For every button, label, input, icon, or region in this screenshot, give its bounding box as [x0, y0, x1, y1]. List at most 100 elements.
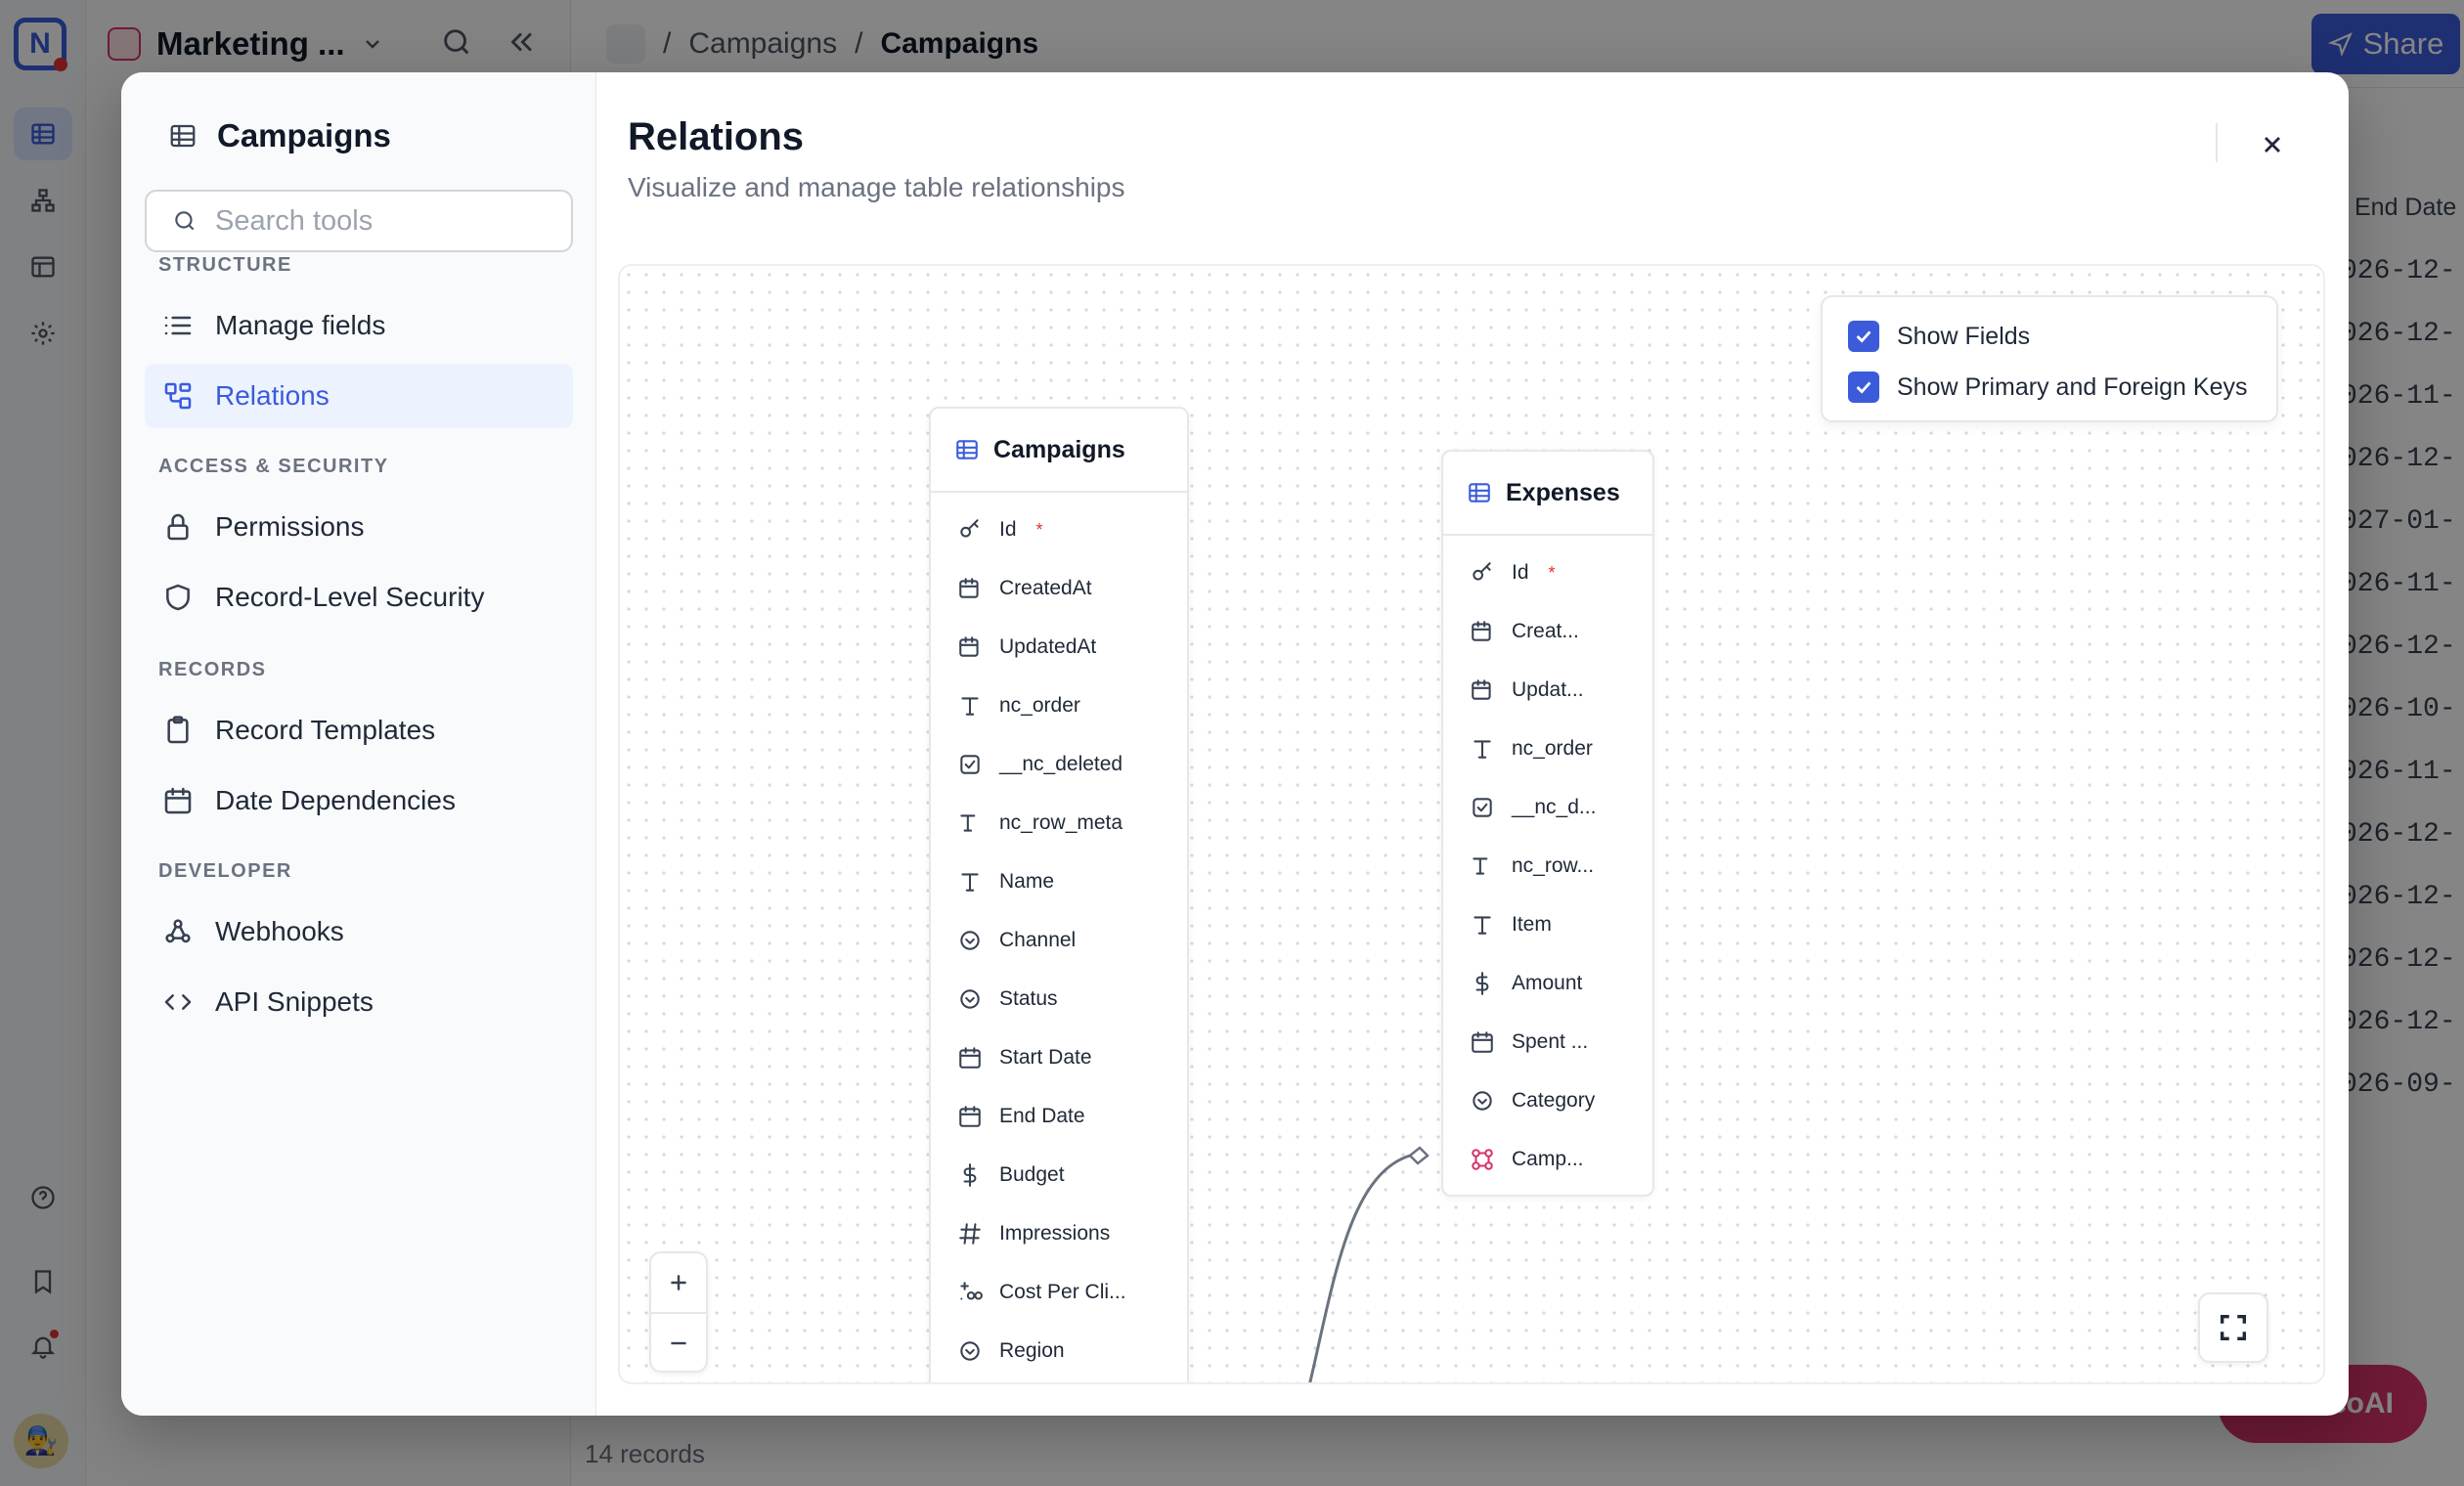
field-row[interactable]: nc_row... — [1443, 837, 1652, 896]
nav-item-date-dependencies[interactable]: Date Dependencies — [145, 768, 573, 833]
field-row[interactable]: Item — [1443, 896, 1652, 954]
close-button[interactable] — [2249, 121, 2296, 168]
field-type-select-icon — [960, 1341, 980, 1361]
field-row[interactable]: Region — [931, 1322, 1187, 1380]
field-type-date-icon — [1472, 1031, 1493, 1053]
fit-view-button[interactable] — [2198, 1292, 2268, 1363]
field-type-link-icon — [1472, 1149, 1493, 1170]
show-fields-option[interactable]: Show Fields — [1848, 319, 2030, 354]
field-row[interactable]: Start Date — [931, 1028, 1187, 1087]
minus-icon — [671, 1341, 686, 1345]
table-icon — [956, 440, 978, 459]
show-fields-checkbox[interactable] — [1848, 321, 1879, 352]
webhook-icon — [165, 919, 191, 943]
header-divider — [2216, 123, 2218, 162]
field-row[interactable]: Id * — [931, 501, 1187, 559]
nav-item-label: Date Dependencies — [215, 785, 456, 815]
field-row[interactable]: Creat... — [1443, 602, 1652, 661]
field-row[interactable]: __nc_deleted — [931, 735, 1187, 794]
relations-panel: Relations Visualize and manage table rel… — [596, 72, 2349, 1416]
display-options: Show Fields Show Primary and Foreign Key… — [1821, 295, 2278, 422]
table-tools-modal: Campaigns STRUCTURE Manage fields Relation… — [121, 72, 2349, 1416]
section-label: DEVELOPER — [158, 860, 292, 882]
clipboard-icon — [167, 716, 189, 744]
search-tools-field[interactable] — [145, 190, 573, 252]
field-name: Camp... — [1512, 1148, 1584, 1170]
nav-item-permissions[interactable]: Permissions — [145, 495, 573, 559]
field-row[interactable]: Channel — [931, 911, 1187, 970]
field-row[interactable]: UpdatedAt — [931, 618, 1187, 677]
show-keys-checkbox[interactable] — [1848, 372, 1879, 403]
table-node-campaigns[interactable]: Campaigns Id * CreatedAt UpdatedAt nc_order __… — [929, 407, 1189, 1382]
field-type-key-icon — [1473, 562, 1491, 581]
table-icon — [1469, 483, 1490, 503]
check-icon — [1856, 330, 1871, 343]
table-node-title: Expenses — [1506, 478, 1620, 506]
field-row[interactable]: End Date — [931, 1087, 1187, 1146]
field-name: Updat... — [1512, 678, 1584, 701]
field-name: UpdatedAt — [999, 635, 1097, 658]
field-name: Status — [999, 987, 1058, 1010]
field-row[interactable]: nc_order — [931, 677, 1187, 735]
field-row[interactable]: Impressions — [931, 1204, 1187, 1263]
nav-item-record-level-security[interactable]: Record-Level Security — [145, 565, 573, 630]
field-row[interactable]: Id * — [1443, 544, 1652, 602]
field-row[interactable]: __nc_d... — [1443, 778, 1652, 837]
shield-icon — [166, 584, 190, 611]
field-name: Item — [1512, 913, 1552, 936]
nav-item-label: Manage fields — [215, 310, 386, 340]
nav-item-api-snippets[interactable]: API Snippets — [145, 970, 573, 1034]
modal-sidebar-title: Campaigns — [168, 117, 391, 154]
field-name: Category — [1512, 1089, 1596, 1112]
nav-item-label: Webhooks — [215, 916, 344, 946]
field-row[interactable]: nc_row_meta — [931, 794, 1187, 852]
search-tools-input[interactable] — [215, 204, 548, 238]
field-row[interactable]: Amount — [1443, 954, 1652, 1013]
field-name: End Date — [999, 1105, 1085, 1127]
field-type-datetime-sys-icon — [959, 578, 979, 598]
table-node-expenses[interactable]: Expenses Id * Creat... Updat... nc_order __nc_… — [1441, 450, 1654, 1197]
fullscreen-icon — [2220, 1314, 2247, 1341]
field-row[interactable]: Status — [931, 970, 1187, 1028]
field-row[interactable]: Cost Per Cli... — [931, 1263, 1187, 1322]
relations-canvas[interactable]: Campaigns Id * CreatedAt UpdatedAt nc_order __… — [618, 264, 2325, 1384]
field-name: Id — [1512, 561, 1529, 584]
nav-item-relations[interactable]: Relations — [145, 364, 573, 428]
field-name: CreatedAt — [999, 577, 1092, 599]
field-row[interactable]: nc_order — [1443, 720, 1652, 778]
table-icon — [170, 124, 196, 148]
field-row[interactable]: Updat... — [1443, 661, 1652, 720]
show-keys-option[interactable]: Show Primary and Foreign Keys — [1848, 370, 2247, 405]
field-name: Name — [999, 870, 1055, 893]
nav-item-record-templates[interactable]: Record Templates — [145, 698, 573, 763]
field-name: Budget — [999, 1163, 1065, 1186]
field-type-checkbox-icon — [960, 755, 980, 774]
field-type-currency-icon — [1475, 972, 1489, 995]
field-name: nc_row... — [1512, 854, 1595, 877]
relations-icon — [164, 382, 192, 410]
list-icon — [164, 316, 192, 335]
field-row[interactable]: Category — [1443, 1071, 1652, 1130]
modal-sidebar: Campaigns STRUCTURE Manage fields Relation… — [121, 72, 596, 1416]
field-row[interactable]: Name — [931, 852, 1187, 911]
field-name: Start Date — [999, 1046, 1092, 1069]
field-type-currency-icon — [963, 1163, 977, 1187]
field-row[interactable]: CreatedAt — [931, 559, 1187, 618]
field-name: Amount — [1512, 972, 1583, 994]
field-row[interactable]: Camp... — [1443, 1130, 1652, 1189]
field-name: Id — [999, 518, 1017, 541]
field-type-text-sys-icon — [1473, 857, 1488, 875]
nav-item-manage-fields[interactable]: Manage fields — [145, 293, 573, 358]
field-type-text-icon — [1474, 916, 1491, 935]
zoom-out-button[interactable] — [651, 1314, 706, 1373]
nav-item-label: Relations — [215, 380, 330, 411]
table-node-title: Campaigns — [993, 435, 1125, 463]
field-type-text-icon — [1474, 740, 1491, 759]
field-type-text-icon — [961, 873, 979, 892]
nav-item-webhooks[interactable]: Webhooks — [145, 899, 573, 964]
zoom-in-button[interactable] — [651, 1253, 706, 1312]
close-icon — [2265, 137, 2280, 153]
field-row[interactable]: Spent ... — [1443, 1013, 1652, 1071]
field-row[interactable]: Budget — [931, 1146, 1187, 1204]
field-name: nc_order — [999, 694, 1080, 717]
